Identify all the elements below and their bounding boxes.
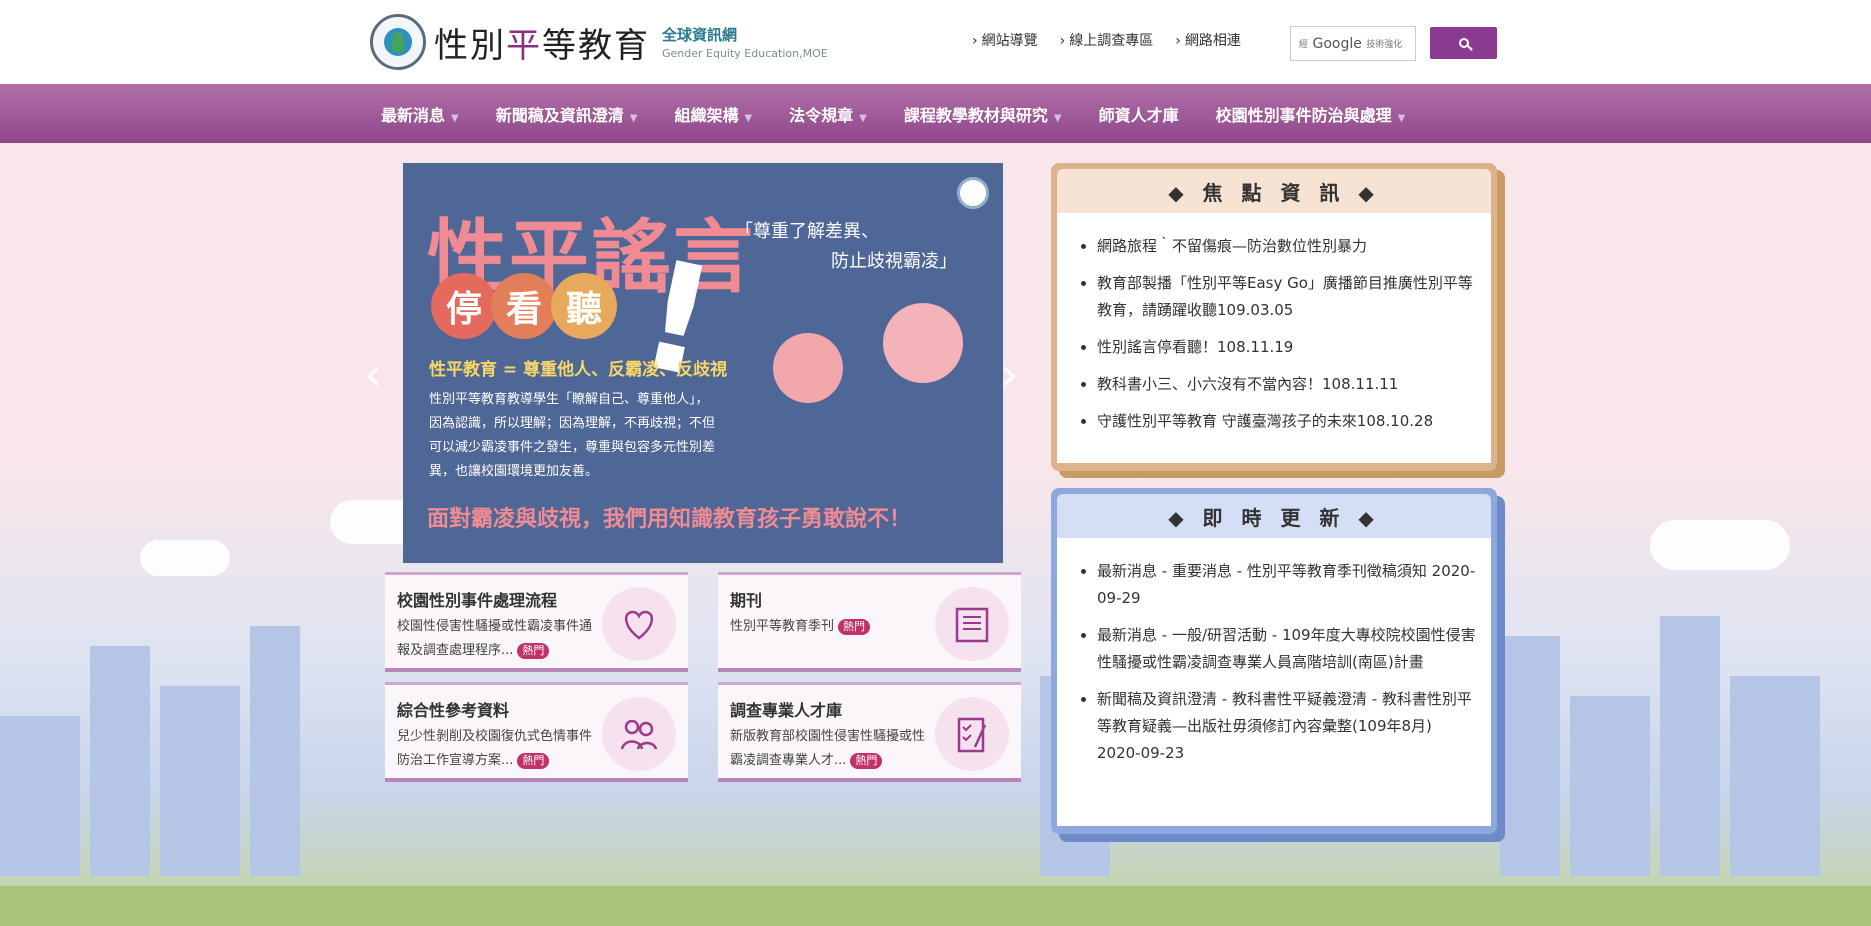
- nav-item-news[interactable]: 最新消息 ▼: [381, 102, 459, 126]
- quick-card-investigators[interactable]: 調查專業人才庫 新版教育部校園性侵害性騷擾或性霸凌調查專業人才... 熱門: [718, 682, 1021, 782]
- caret-down-icon: ▼: [629, 112, 638, 124]
- chevron-right-icon: ›: [1000, 347, 1019, 401]
- chevron-left-icon: ‹: [364, 347, 383, 401]
- banner-circles: 停 看 聽: [431, 273, 617, 339]
- ministry-seal-icon: [370, 14, 426, 70]
- caret-down-icon: ▼: [1053, 112, 1062, 124]
- grass-strip: [0, 886, 1871, 926]
- building-shape: [160, 686, 240, 876]
- card-title: 期刊: [730, 591, 763, 610]
- book-icon: [935, 587, 1009, 661]
- carousel-next-button[interactable]: ›: [1000, 347, 1018, 401]
- people-icon: [602, 697, 676, 771]
- card-title: 綜合性參考資料: [397, 701, 510, 720]
- card-title: 校園性別事件處理流程: [397, 591, 558, 610]
- search-icon: [1458, 38, 1469, 48]
- card-description: 校園性侵害性騷擾或性霸凌事件通報及調查處理程序... 熱門: [397, 619, 593, 659]
- site-subtitle-cn: 全球資訊網: [662, 26, 738, 44]
- hot-badge: 熱門: [850, 753, 883, 769]
- banner-circle-look: 看: [491, 273, 557, 339]
- site-title: 性別平等教育: [434, 25, 650, 66]
- banner-circle-stop: 停: [431, 273, 497, 339]
- nav-item-talent[interactable]: 師資人才庫: [1099, 102, 1179, 126]
- nav-item-campus-cases[interactable]: 校園性別事件防治與處理 ▼: [1216, 102, 1406, 126]
- caret-down-icon: ▼: [1397, 112, 1406, 124]
- search-input[interactable]: 經 Google 技術強化: [1290, 26, 1416, 61]
- updates-panel-header: ◆ 即 時 更 新 ◆: [1057, 494, 1491, 538]
- quick-card-reference[interactable]: 綜合性參考資料 兒少性剝削及校園復仇式色情事件防治工作宣導方案... 熱門: [385, 682, 688, 782]
- nav-item-org[interactable]: 組織架構 ▼: [674, 102, 752, 126]
- banner-circle-listen: 聽: [551, 273, 617, 339]
- top-link-related[interactable]: 網路相連: [1175, 30, 1241, 50]
- updates-panel-body: 最新消息 - 重要消息 - 性別平等教育季刊徵稿須知 2020-09-29 最新…: [1057, 538, 1491, 826]
- top-link-survey[interactable]: 線上調查專區: [1060, 30, 1153, 50]
- building-shape: [1570, 696, 1650, 876]
- caret-down-icon: ▼: [744, 112, 753, 124]
- card-title: 調查專業人才庫: [730, 701, 843, 720]
- focus-panel-header: ◆ 焦 點 資 訊 ◆: [1057, 169, 1491, 213]
- focus-panel-body: 網路旅程｀不留傷痕—防治數位性別暴力 教育部製播「性別平等Easy Go」廣播節…: [1057, 213, 1491, 463]
- site-subtitle-en: Gender Equity Education,MOE: [662, 47, 828, 60]
- update-item[interactable]: 最新消息 - 一般/研習活動 - 109年度大專校院校園性侵害性騷擾或性霸凌調查…: [1097, 622, 1477, 676]
- focus-item[interactable]: 守護性別平等教育 守護臺灣孩子的未來108.10.28: [1097, 408, 1477, 435]
- updates-panel: ◆ 即 時 更 新 ◆ 最新消息 - 重要消息 - 性別平等教育季刊徵稿須知 2…: [1051, 488, 1497, 834]
- banner-body-text: 性別平等教育教導學生「瞭解自己、尊重他人」，因為認識，所以理解；因為理解，不再歧…: [429, 392, 716, 479]
- ministry-badge-icon: [957, 177, 989, 209]
- quick-card-campus-process[interactable]: 校園性別事件處理流程 校園性侵害性騷擾或性霸凌事件通報及調查處理程序... 熱門: [385, 572, 688, 672]
- updates-panel-title: ◆ 即 時 更 新 ◆: [1168, 505, 1380, 530]
- caret-down-icon: ▼: [451, 112, 459, 124]
- search-button[interactable]: [1430, 27, 1497, 59]
- cloud-shape: [140, 540, 230, 576]
- card-description: 性別平等教育季刊 熱門: [730, 615, 930, 639]
- nav-item-curriculum[interactable]: 課程教學教材與研究 ▼: [904, 102, 1062, 126]
- building-shape: [250, 626, 300, 876]
- caret-down-icon: ▼: [859, 112, 867, 124]
- update-item[interactable]: 最新消息 - 重要消息 - 性別平等教育季刊徵稿須知 2020-09-29: [1097, 558, 1477, 612]
- site-subtitle: 全球資訊網 Gender Equity Education,MOE: [662, 24, 828, 60]
- focus-item[interactable]: 教科書小三、小六沒有不當內容！108.11.11: [1097, 371, 1477, 398]
- main-nav: 最新消息 ▼ 新聞稿及資訊澄清 ▼ 組織架構 ▼ 法令規章 ▼ 課程教學教材與研究 ▼ 師…: [0, 84, 1871, 143]
- banner-bottom-line: 面對霸凌與歧視，我們用知識教育孩子勇敢說不！: [427, 507, 912, 532]
- carousel-banner[interactable]: 性平謠言 停 看 聽 ! 「尊重了解差異、 防止歧視霸凌」 性平教育 = 尊重他…: [403, 163, 1003, 563]
- focus-item[interactable]: 網路旅程｀不留傷痕—防治數位性別暴力: [1097, 233, 1477, 260]
- checklist-icon: [935, 697, 1009, 771]
- building-shape: [1660, 616, 1720, 876]
- nav-item-press[interactable]: 新聞稿及資訊澄清 ▼: [496, 102, 638, 126]
- update-item[interactable]: 新聞稿及資訊澄清 - 教科書性平疑義澄清 - 教科書性別平等教育疑義—出版社毋須…: [1097, 686, 1477, 767]
- top-link-sitemap[interactable]: 網站導覽: [972, 30, 1038, 50]
- site-logo[interactable]: 性別平等教育 全球資訊網 Gender Equity Education,MOE: [370, 14, 828, 70]
- carousel-prev-button[interactable]: ‹: [364, 347, 382, 401]
- quick-card-journal[interactable]: 期刊 性別平等教育季刊 熱門: [718, 572, 1021, 672]
- hot-badge: 熱門: [838, 619, 871, 635]
- focus-item[interactable]: 教育部製播「性別平等Easy Go」廣播節目推廣性別平等教育，請踴躍收聽109.…: [1097, 270, 1477, 324]
- banner-quote: 「尊重了解差異、 防止歧視霸凌」: [735, 221, 957, 272]
- top-links: 網站導覽 線上調查專區 網路相連: [972, 30, 1241, 50]
- hot-badge: 熱門: [517, 643, 550, 659]
- banner-slogan: 性平教育 = 尊重他人、反霸凌、反歧視: [429, 360, 728, 380]
- focus-panel: ◆ 焦 點 資 訊 ◆ 網路旅程｀不留傷痕—防治數位性別暴力 教育部製播「性別平…: [1051, 163, 1497, 471]
- building-shape: [1730, 676, 1820, 876]
- kid-illustration-icon: [773, 333, 843, 403]
- kid-illustration-icon: [883, 303, 963, 383]
- building-shape: [1500, 636, 1560, 876]
- building-shape: [0, 716, 80, 876]
- focus-panel-title: ◆ 焦 點 資 訊 ◆: [1168, 180, 1380, 205]
- hot-badge: 熱門: [517, 753, 550, 769]
- card-description: 新版教育部校園性侵害性騷擾或性霸凌調查專業人才... 熱門: [730, 729, 926, 769]
- heart-hands-icon: [602, 587, 676, 661]
- site-header: 性別平等教育 全球資訊網 Gender Equity Education,MOE…: [0, 0, 1871, 84]
- building-shape: [90, 646, 150, 876]
- cloud-shape: [1650, 520, 1790, 570]
- focus-item[interactable]: 性別謠言停看聽！108.11.19: [1097, 334, 1477, 361]
- card-description: 兒少性剝削及校園復仇式色情事件防治工作宣導方案... 熱門: [397, 729, 593, 769]
- nav-item-regulations[interactable]: 法令規章 ▼: [789, 102, 867, 126]
